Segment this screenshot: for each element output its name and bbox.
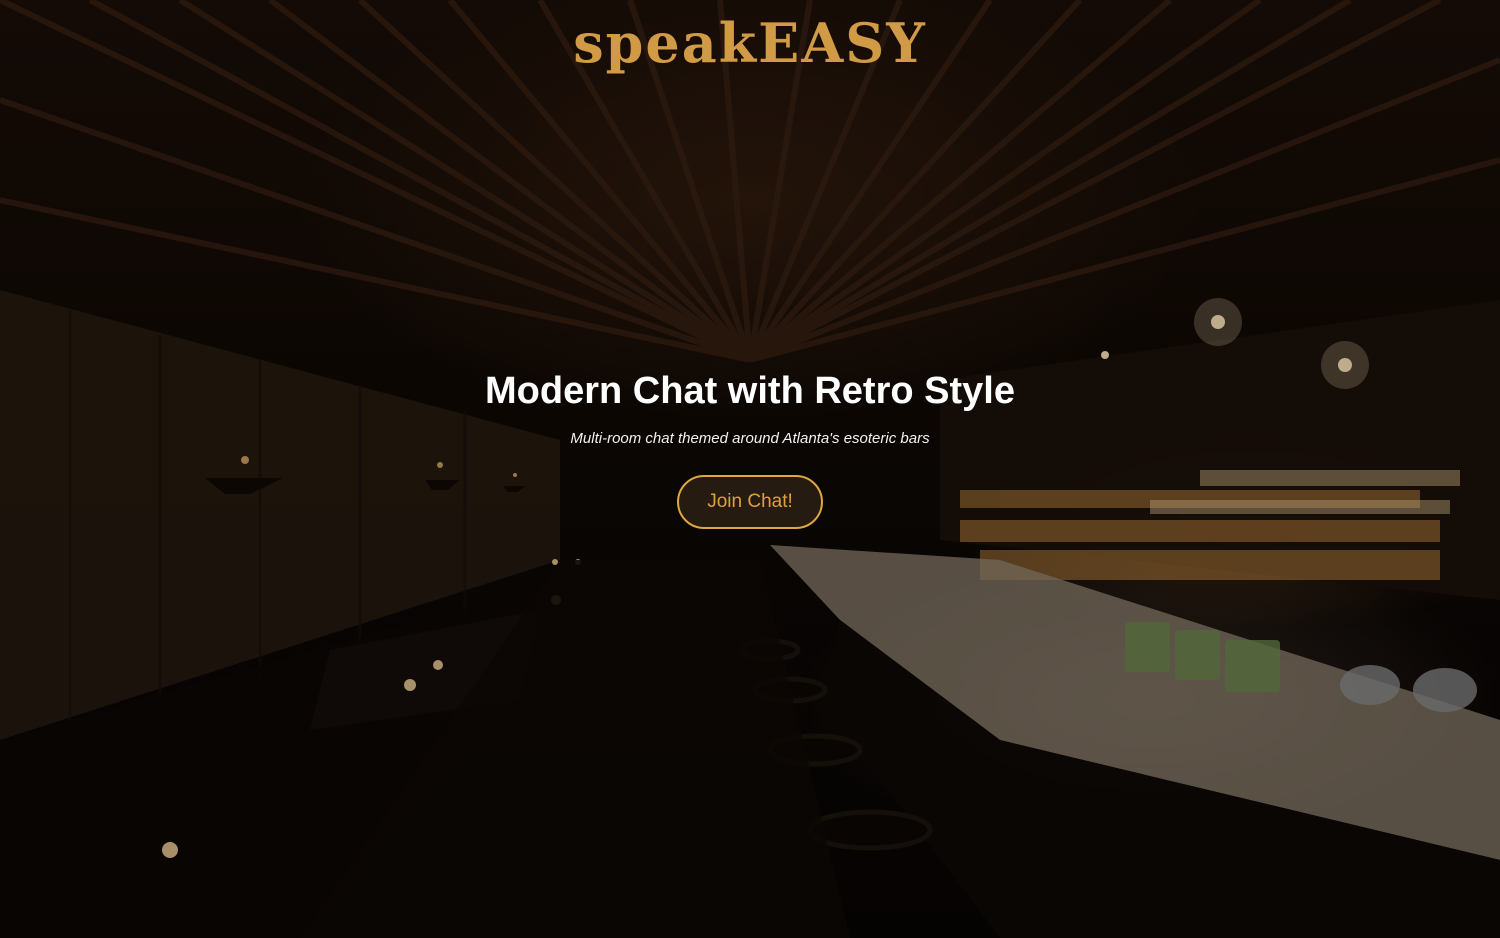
hero-tagline: Multi-room chat themed around Atlanta's …	[570, 430, 930, 447]
hero-section: speakEASY Modern Chat with Retro Style M…	[0, 0, 1500, 938]
site-logo[interactable]: speakEASY	[0, 8, 1500, 78]
dark-overlay	[0, 0, 1500, 938]
hero-headline: Modern Chat with Retro Style	[485, 370, 1015, 412]
join-chat-button[interactable]: Join Chat!	[677, 475, 823, 529]
